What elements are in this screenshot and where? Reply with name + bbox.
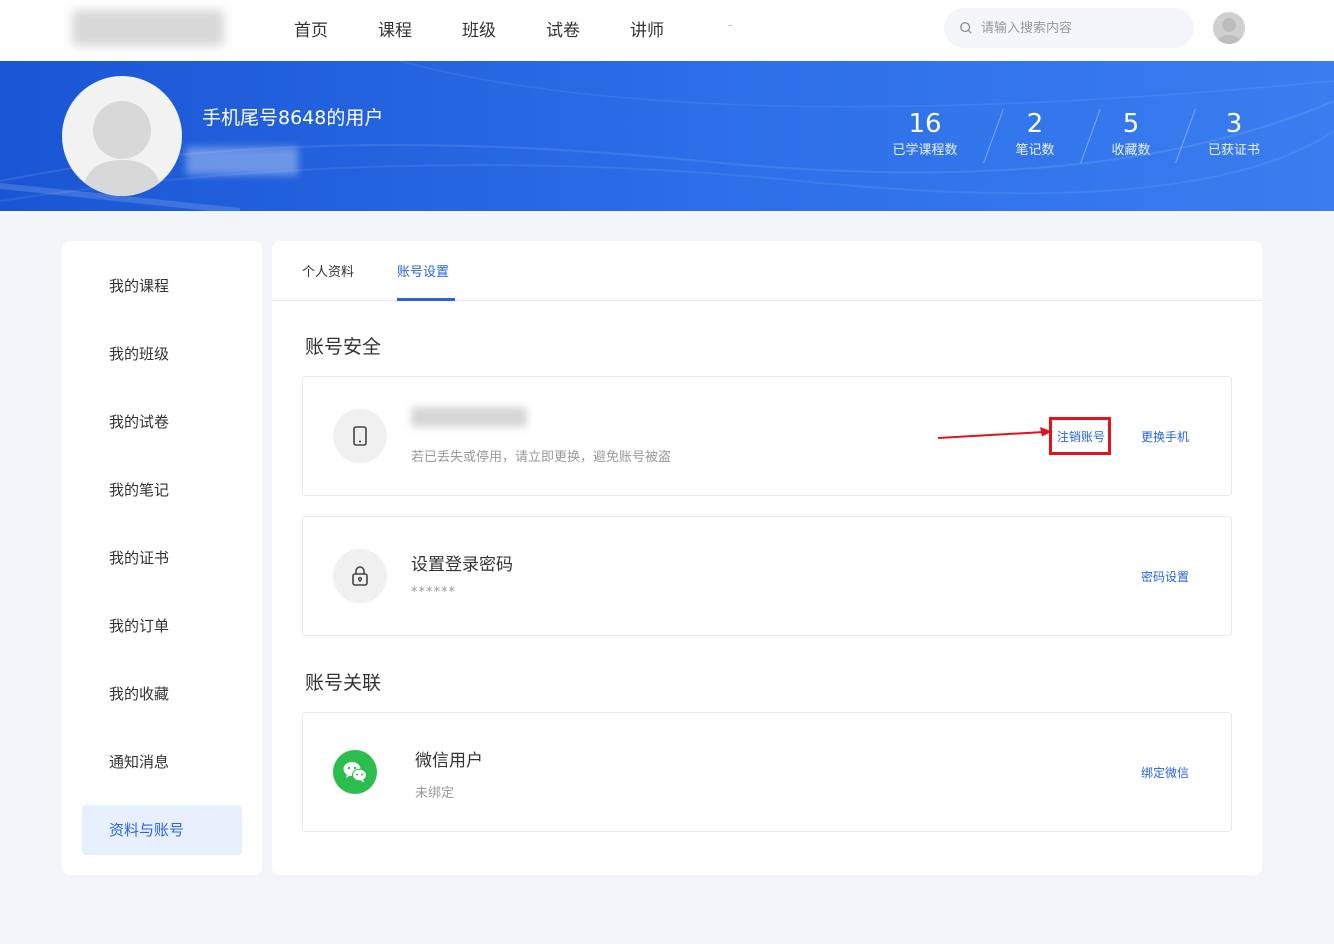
profile-banner: 手机尾号8648的用户 16 已学课程数 2 笔记数 5 收藏数 3 已获证书 [0,61,1334,211]
stat-courses[interactable]: 16 已学课程数 [870,107,980,161]
wechat-icon-circle [333,750,377,794]
search-box[interactable] [944,8,1194,48]
stat-value: 5 [1122,109,1140,139]
sidebar: 我的课程 我的班级 我的试卷 我的笔记 我的证书 我的订单 我的收藏 通知消息 … [62,241,262,875]
main-nav: 首页 课程 班级 试卷 讲师 [294,16,714,41]
sidebar-item-my-exams[interactable]: 我的试卷 [82,397,242,447]
sidebar-item-notifications[interactable]: 通知消息 [82,737,242,787]
nav-item-exams[interactable]: 试卷 [546,16,580,41]
tab-account-settings[interactable]: 账号设置 [397,261,449,280]
phone-icon-circle [333,409,387,463]
tab-personal-info[interactable]: 个人资料 [302,261,354,280]
profile-subtext-redacted [186,147,298,175]
sidebar-item-my-orders[interactable]: 我的订单 [82,601,242,651]
user-avatar-icon [82,101,162,196]
nav-item-teachers[interactable]: 讲师 [630,16,664,41]
wechat-bind-status: 未绑定 [415,786,455,801]
sidebar-item-my-favorites[interactable]: 我的收藏 [82,669,242,719]
active-tab-indicator [397,298,455,301]
main-panel: 个人资料 账号设置 账号安全 若已丢失或停用，请立即更换，避免账号被盗 注销账号… [272,241,1262,875]
phone-card: 若已丢失或停用，请立即更换，避免账号被盗 注销账号 更换手机 [302,376,1232,496]
search-icon [960,22,972,34]
lock-icon-circle [333,549,387,603]
site-logo[interactable] [72,10,224,46]
stat-value: 3 [1225,109,1243,139]
phone-icon [353,426,367,446]
password-card-title: 设置登录密码 [411,555,513,575]
phone-card-description: 若已丢失或停用，请立即更换，避免账号被盗 [411,450,672,465]
stat-value: 2 [1026,109,1044,139]
stat-notes[interactable]: 2 笔记数 [980,107,1090,161]
user-avatar-icon [1217,18,1241,44]
profile-username: 手机尾号8648的用户 [202,107,384,129]
nav-separator: - [728,18,733,32]
stat-certificates[interactable]: 3 已获证书 [1179,107,1289,161]
nav-item-courses[interactable]: 课程 [378,16,412,41]
sidebar-item-my-certificates[interactable]: 我的证书 [82,533,242,583]
section-title-account-linking: 账号关联 [305,672,382,694]
annotation-highlight-box [1049,417,1111,455]
wechat-icon [343,762,367,783]
stat-value: 16 [908,109,942,139]
stat-label: 已获证书 [1207,143,1260,158]
annotation-arrow [937,427,1052,439]
wechat-card: 微信用户 未绑定 绑定微信 [302,712,1232,832]
sidebar-item-my-classes[interactable]: 我的班级 [82,329,242,379]
stat-favorites[interactable]: 5 收藏数 [1076,107,1186,161]
sidebar-item-my-courses[interactable]: 我的课程 [82,261,242,311]
password-card: 设置登录密码 ****** 密码设置 [302,516,1232,636]
phone-number-redacted [411,407,527,427]
stat-label: 已学课程数 [892,143,958,158]
wechat-card-title: 微信用户 [415,751,483,771]
bind-wechat-link[interactable]: 绑定微信 [1141,764,1189,781]
stat-label: 笔记数 [1015,143,1055,158]
sidebar-item-profile-account[interactable]: 资料与账号 [82,805,242,855]
tab-bar: 个人资料 账号设置 [272,241,1262,301]
lock-icon [352,566,368,586]
section-title-account-security: 账号安全 [305,336,382,358]
password-masked-value: ****** [411,585,456,600]
nav-item-classes[interactable]: 班级 [462,16,496,41]
user-avatar[interactable] [1213,12,1245,44]
change-phone-link[interactable]: 更换手机 [1141,428,1189,445]
search-input[interactable] [981,20,1181,36]
nav-item-home[interactable]: 首页 [294,16,328,41]
top-navbar: 首页 课程 班级 试卷 讲师 - [0,0,1334,61]
password-settings-link[interactable]: 密码设置 [1141,568,1189,585]
sidebar-item-my-notes[interactable]: 我的笔记 [82,465,242,515]
stat-label: 收藏数 [1111,143,1151,158]
profile-avatar[interactable] [62,76,182,196]
